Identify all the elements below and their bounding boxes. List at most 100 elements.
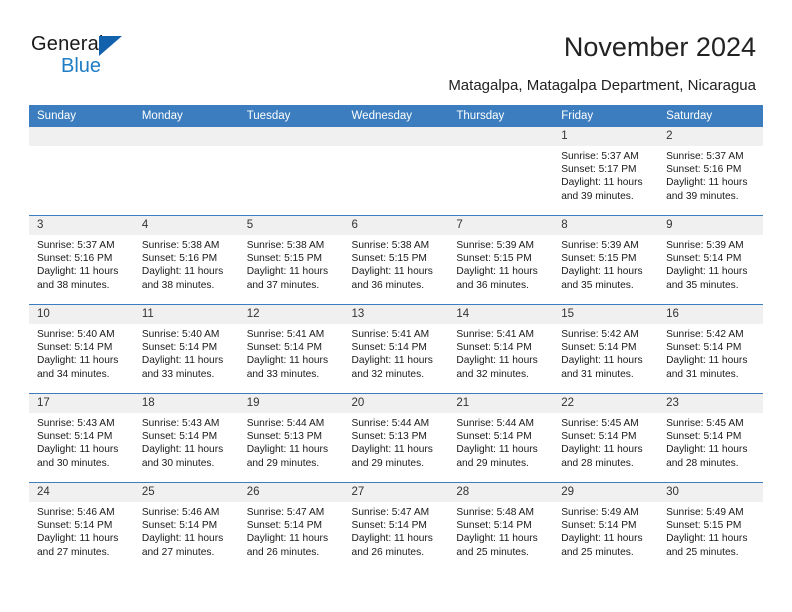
calendar-day-cell[interactable]: 8 Sunrise: 5:39 AM Sunset: 5:15 PM Daylight… xyxy=(553,215,659,305)
sunset-text: Sunset: 5:14 PM xyxy=(246,520,323,532)
page-subtitle: Matagalpa, Matagalpa Department, Nicarag… xyxy=(448,77,756,94)
daylight-text: Daylight: 11 hours and 34 minutes. xyxy=(37,355,119,380)
sunrise-text: Sunrise: 5:49 AM xyxy=(561,507,639,518)
sunset-text: Sunset: 5:16 PM xyxy=(666,164,742,176)
calendar-day-cell[interactable]: 16 Sunrise: 5:42 AM Sunset: 5:14 PM Dayligh… xyxy=(658,304,763,394)
calendar-day-cell[interactable]: 15 Sunrise: 5:42 AM Sunset: 5:14 PM Dayligh… xyxy=(553,304,659,394)
calendar-day-cell[interactable]: 10 Sunrise: 5:40 AM Sunset: 5:14 PM Dayligh… xyxy=(29,304,134,394)
day-number xyxy=(343,127,449,146)
daylight-text: Daylight: 11 hours and 27 minutes. xyxy=(37,533,119,558)
logo-text-general: General xyxy=(31,33,104,55)
day-number xyxy=(133,127,239,146)
calendar-day-cell[interactable]: 22 Sunrise: 5:45 AM Sunset: 5:14 PM Dayligh… xyxy=(553,393,659,483)
day-number xyxy=(238,127,344,146)
calendar-day-cell[interactable]: 19 Sunrise: 5:44 AM Sunset: 5:13 PM Dayligh… xyxy=(238,393,344,483)
sunrise-text: Sunrise: 5:41 AM xyxy=(246,329,325,340)
calendar-day-cell[interactable]: 29 Sunrise: 5:49 AM Sunset: 5:14 PM Dayligh… xyxy=(553,482,659,571)
calendar-table: Sunday Monday Tuesday Wednesday Thursday… xyxy=(29,105,763,571)
sunset-text: Sunset: 5:13 PM xyxy=(246,431,323,443)
day-sun-info: Sunrise: 5:41 AM Sunset: 5:14 PM Daylight:… xyxy=(344,324,449,381)
day-sun-info: Sunrise: 5:41 AM Sunset: 5:14 PM Daylight:… xyxy=(448,324,553,381)
calendar-week-row: 17 Sunrise: 5:43 AM Sunset: 5:14 PM Dayligh… xyxy=(29,393,763,483)
day-number: 12 xyxy=(238,305,344,324)
calendar-day-cell[interactable]: 27 Sunrise: 5:47 AM Sunset: 5:14 PM Dayligh… xyxy=(343,482,449,571)
sunrise-text: Sunrise: 5:47 AM xyxy=(351,507,430,518)
calendar-day-cell[interactable]: 5 Sunrise: 5:38 AM Sunset: 5:15 PM Daylight… xyxy=(238,215,344,305)
calendar-day-cell[interactable]: 11 Sunrise: 5:40 AM Sunset: 5:14 PM Dayligh… xyxy=(133,304,239,394)
calendar-day-cell[interactable]: 13 Sunrise: 5:41 AM Sunset: 5:14 PM Dayligh… xyxy=(343,304,449,394)
calendar-week-row: 10 Sunrise: 5:40 AM Sunset: 5:14 PM Dayligh… xyxy=(29,304,763,394)
day-sun-info: Sunrise: 5:48 AM Sunset: 5:14 PM Daylight:… xyxy=(448,502,553,559)
calendar-day-cell[interactable]: 3 Sunrise: 5:37 AM Sunset: 5:16 PM Daylight… xyxy=(29,215,134,305)
calendar-day-cell[interactable]: 28 Sunrise: 5:48 AM Sunset: 5:14 PM Dayligh… xyxy=(448,482,554,571)
sunset-text: Sunset: 5:14 PM xyxy=(666,431,742,443)
sunrise-text: Sunrise: 5:42 AM xyxy=(561,329,639,340)
daylight-text: Daylight: 11 hours and 28 minutes. xyxy=(666,444,748,469)
day-sun-info: Sunrise: 5:37 AM Sunset: 5:16 PM Daylight:… xyxy=(29,235,134,292)
day-sun-info: Sunrise: 5:37 AM Sunset: 5:16 PM Daylight:… xyxy=(658,146,763,203)
calendar-day-cell[interactable]: 12 Sunrise: 5:41 AM Sunset: 5:14 PM Dayligh… xyxy=(238,304,344,394)
calendar-day-cell[interactable]: 9 Sunrise: 5:39 AM Sunset: 5:14 PM Daylight… xyxy=(658,215,763,305)
day-sun-info: Sunrise: 5:38 AM Sunset: 5:15 PM Daylight:… xyxy=(344,235,449,292)
calendar-day-cell[interactable]: 1 Sunrise: 5:37 AM Sunset: 5:17 PM Daylight… xyxy=(553,127,659,216)
sunrise-text: Sunrise: 5:41 AM xyxy=(456,329,534,340)
calendar-day-cell[interactable]: 18 Sunrise: 5:43 AM Sunset: 5:14 PM Dayligh… xyxy=(133,393,239,483)
calendar-day-cell[interactable]: 24 Sunrise: 5:46 AM Sunset: 5:14 PM Dayligh… xyxy=(29,482,134,571)
day-sun-info: Sunrise: 5:40 AM Sunset: 5:14 PM Daylight:… xyxy=(29,324,134,381)
sunrise-text: Sunrise: 5:39 AM xyxy=(561,240,639,251)
calendar-day-cell[interactable]: 25 Sunrise: 5:46 AM Sunset: 5:14 PM Dayligh… xyxy=(133,482,239,571)
sunset-text: Sunset: 5:15 PM xyxy=(561,253,637,265)
sunrise-text: Sunrise: 5:39 AM xyxy=(666,240,744,251)
sunset-text: Sunset: 5:14 PM xyxy=(37,520,113,532)
calendar-day-cell[interactable]: 4 Sunrise: 5:38 AM Sunset: 5:16 PM Daylight… xyxy=(133,215,239,305)
sunset-text: Sunset: 5:15 PM xyxy=(246,253,323,265)
day-number: 30 xyxy=(658,483,763,502)
sunset-text: Sunset: 5:14 PM xyxy=(141,520,218,532)
day-number: 3 xyxy=(29,216,134,235)
calendar-week-row: 1 Sunrise: 5:37 AM Sunset: 5:17 PM Daylight… xyxy=(29,127,763,216)
sunrise-text: Sunrise: 5:45 AM xyxy=(561,418,639,429)
sunset-text: Sunset: 5:14 PM xyxy=(37,342,113,354)
sunset-text: Sunset: 5:14 PM xyxy=(37,431,113,443)
general-blue-logo[interactable]: General Blue xyxy=(31,33,231,83)
sunset-text: Sunset: 5:14 PM xyxy=(246,342,323,354)
logo-triangle-icon xyxy=(99,36,122,56)
day-number: 6 xyxy=(343,216,449,235)
calendar-day-cell[interactable]: 2 Sunrise: 5:37 AM Sunset: 5:16 PM Daylight… xyxy=(658,127,763,216)
daylight-text: Daylight: 11 hours and 33 minutes. xyxy=(141,355,224,380)
calendar-day-cell[interactable]: 6 Sunrise: 5:38 AM Sunset: 5:15 PM Daylight… xyxy=(343,215,449,305)
calendar-day-cell[interactable]: 17 Sunrise: 5:43 AM Sunset: 5:14 PM Dayligh… xyxy=(29,393,134,483)
daylight-text: Daylight: 11 hours and 25 minutes. xyxy=(456,533,538,558)
daylight-text: Daylight: 11 hours and 36 minutes. xyxy=(456,266,538,291)
day-number xyxy=(448,127,554,146)
daylight-text: Daylight: 11 hours and 35 minutes. xyxy=(666,266,748,291)
weekday-header-thursday: Thursday xyxy=(448,105,554,127)
daylight-text: Daylight: 11 hours and 39 minutes. xyxy=(561,177,643,202)
calendar-header-row: Sunday Monday Tuesday Wednesday Thursday… xyxy=(29,105,763,127)
calendar-day-cell[interactable]: 23 Sunrise: 5:45 AM Sunset: 5:14 PM Dayligh… xyxy=(658,393,763,483)
day-sun-info: Sunrise: 5:43 AM Sunset: 5:14 PM Daylight:… xyxy=(134,413,239,470)
day-number: 15 xyxy=(553,305,659,324)
daylight-text: Daylight: 11 hours and 35 minutes. xyxy=(561,266,643,291)
day-sun-info: Sunrise: 5:41 AM Sunset: 5:14 PM Daylight:… xyxy=(239,324,344,381)
calendar-day-cell[interactable]: 30 Sunrise: 5:49 AM Sunset: 5:15 PM Dayligh… xyxy=(658,482,763,571)
logo-text-blue: Blue xyxy=(61,55,102,77)
sunrise-text: Sunrise: 5:40 AM xyxy=(141,329,220,340)
sunset-text: Sunset: 5:14 PM xyxy=(141,431,218,443)
calendar-cell-empty xyxy=(343,127,449,216)
day-number: 16 xyxy=(658,305,763,324)
day-number: 19 xyxy=(238,394,344,413)
day-sun-info: Sunrise: 5:40 AM Sunset: 5:14 PM Daylight:… xyxy=(134,324,239,381)
day-number: 25 xyxy=(133,483,239,502)
calendar-day-cell[interactable]: 20 Sunrise: 5:44 AM Sunset: 5:13 PM Dayligh… xyxy=(343,393,449,483)
day-number: 5 xyxy=(238,216,344,235)
calendar-day-cell[interactable]: 14 Sunrise: 5:41 AM Sunset: 5:14 PM Dayligh… xyxy=(448,304,554,394)
daylight-text: Daylight: 11 hours and 38 minutes. xyxy=(37,266,119,291)
sunrise-text: Sunrise: 5:49 AM xyxy=(666,507,744,518)
calendar-grid: Sunday Monday Tuesday Wednesday Thursday… xyxy=(29,105,763,571)
daylight-text: Daylight: 11 hours and 36 minutes. xyxy=(351,266,433,291)
calendar-day-cell[interactable]: 26 Sunrise: 5:47 AM Sunset: 5:14 PM Dayligh… xyxy=(238,482,344,571)
calendar-day-cell[interactable]: 21 Sunrise: 5:44 AM Sunset: 5:14 PM Dayligh… xyxy=(448,393,554,483)
day-sun-info: Sunrise: 5:49 AM Sunset: 5:15 PM Daylight:… xyxy=(658,502,763,559)
calendar-day-cell[interactable]: 7 Sunrise: 5:39 AM Sunset: 5:15 PM Daylight… xyxy=(448,215,554,305)
